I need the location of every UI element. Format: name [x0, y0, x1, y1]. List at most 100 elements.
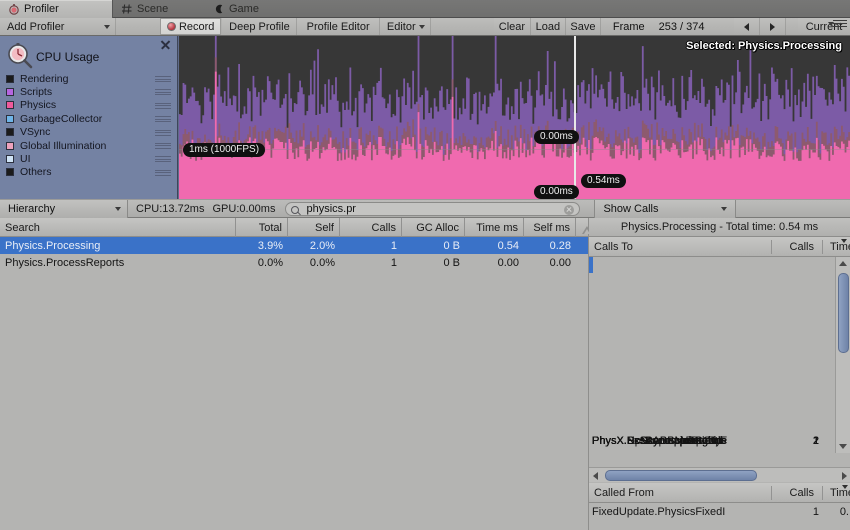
- legend-item-vsync[interactable]: VSync: [0, 126, 178, 139]
- close-icon[interactable]: [160, 39, 171, 50]
- legend-label-others: Others: [20, 166, 52, 179]
- frame-value: 253 / 374: [644, 18, 719, 35]
- calls-to-list[interactable]: PhysX.PxsAABBManager.b 2 PhysX.PxsDynamics…: [589, 257, 850, 453]
- sort-indicator-icon[interactable]: [842, 485, 848, 489]
- table-row[interactable]: Physics.ProcessReports 0.0% 0.0% 1 0 B 0…: [0, 254, 588, 271]
- row-name: Physics.ProcessReports: [5, 256, 125, 269]
- tab-game[interactable]: Game: [205, 0, 291, 18]
- call-count: 1: [812, 435, 819, 447]
- clear-icon[interactable]: [564, 204, 575, 215]
- profiler-toolbar: Add Profiler Record Deep Profile Profile…: [0, 18, 850, 36]
- column-header-calls[interactable]: Calls: [340, 218, 402, 237]
- legend-label-scripts: Scripts: [20, 86, 53, 99]
- drag-handle-icon[interactable]: [155, 76, 171, 82]
- legend-item-rendering[interactable]: Rendering: [0, 72, 178, 85]
- column-header-search[interactable]: Search: [0, 218, 236, 237]
- module-title: CPU Usage: [36, 50, 100, 64]
- tab-scene[interactable]: Scene: [113, 0, 205, 18]
- calls-to-horizontal-scrollbar[interactable]: [589, 467, 850, 482]
- scroll-right-icon[interactable]: [842, 472, 847, 480]
- scrollbar-thumb[interactable]: [838, 273, 849, 353]
- record-button[interactable]: Record: [160, 18, 223, 35]
- row-self: 0.0%: [309, 256, 335, 269]
- scroll-down-icon[interactable]: [839, 444, 847, 449]
- column-header-self-ms[interactable]: Self ms: [524, 218, 576, 237]
- graph-selection-title: Selected: Physics.Processing: [686, 40, 842, 52]
- show-calls-label: Show Calls: [603, 202, 659, 215]
- column-header-total[interactable]: Total: [236, 218, 288, 237]
- list-item[interactable]: FixedUpdate.PhysicsFixedI 1 0.: [589, 504, 850, 520]
- legend-item-scripts[interactable]: Scripts: [0, 85, 178, 98]
- clear-button[interactable]: Clear: [493, 18, 531, 35]
- legend-item-garbagecollector[interactable]: GarbageCollector: [0, 112, 178, 125]
- scrollbar-thumb[interactable]: [605, 470, 757, 481]
- drag-handle-icon[interactable]: [155, 129, 171, 136]
- profile-editor-button[interactable]: Profile Editor: [297, 18, 380, 35]
- row-gc-alloc: 0 B: [443, 239, 460, 252]
- sort-triangle-icon[interactable]: [576, 218, 592, 237]
- scroll-up-icon[interactable]: [839, 261, 847, 266]
- table-row[interactable]: Physics.Processing 3.9% 2.0% 1 0 B 0.54 …: [0, 237, 588, 254]
- save-button[interactable]: Save: [565, 18, 601, 35]
- load-label: Load: [535, 20, 561, 33]
- column-header-called-from[interactable]: Called From: [589, 483, 659, 503]
- details-title: Physics.Processing - Total time: 0.54 ms: [589, 218, 850, 237]
- details-panel: Physics.Processing - Total time: 0.54 ms…: [588, 218, 850, 530]
- legend-swatch-scripts: [6, 88, 14, 97]
- call-name: FixedUpdate.PhysicsFixedI: [592, 506, 726, 518]
- cpu-usage-graph[interactable]: 1ms (1000FPS) 0.00ms 0.00ms 0.54ms Selec…: [179, 36, 850, 199]
- hamburger-menu-icon[interactable]: [828, 20, 847, 29]
- arrow-right-icon: [770, 22, 776, 31]
- row-gc-alloc: 0 B: [443, 256, 460, 269]
- editor-dropdown[interactable]: Editor: [379, 18, 431, 35]
- column-header-time-ms[interactable]: Time ms: [465, 218, 524, 237]
- legend-label-physics: Physics: [20, 99, 57, 112]
- search-input[interactable]: [286, 202, 517, 215]
- column-header-calls[interactable]: Calls: [775, 237, 819, 257]
- calls-to-vertical-scrollbar[interactable]: [835, 257, 850, 453]
- column-header-gc-alloc[interactable]: GC Alloc: [402, 218, 465, 237]
- show-calls-dropdown[interactable]: Show Calls: [594, 199, 737, 218]
- drag-handle-icon[interactable]: [155, 156, 171, 163]
- frame-label-text: Frame:: [612, 20, 648, 33]
- graph-gridline-1ms: [179, 149, 850, 150]
- scroll-left-icon[interactable]: [593, 472, 598, 480]
- cpu-usage-stopwatch-icon: [6, 41, 34, 69]
- graph-selected-value: 0.54ms: [581, 174, 626, 188]
- call-name: PhysX.ScScene.postBroac: [592, 435, 724, 447]
- add-profiler-dropdown[interactable]: Add Profiler: [0, 18, 117, 35]
- legend-item-ui[interactable]: UI: [0, 152, 178, 165]
- row-calls: 1: [390, 239, 397, 252]
- legend-item-physics[interactable]: Physics: [0, 99, 178, 112]
- sort-indicator-icon[interactable]: [841, 239, 847, 243]
- tab-profiler-label: Profiler: [24, 3, 59, 15]
- called-from-list[interactable]: FixedUpdate.PhysicsFixedI 1 0.: [589, 504, 850, 530]
- next-frame-button[interactable]: [760, 18, 787, 35]
- column-header-calls-to[interactable]: Calls To: [589, 237, 638, 257]
- graph-area-chart: [179, 36, 850, 199]
- row-time-ms: 0.00: [497, 256, 519, 269]
- prev-frame-button[interactable]: [734, 18, 761, 35]
- chevron-down-icon: [115, 206, 121, 211]
- drag-handle-icon[interactable]: [155, 142, 171, 149]
- column-header-self[interactable]: Self: [288, 218, 340, 237]
- frame-selection-line[interactable]: [574, 36, 576, 199]
- drag-handle-icon[interactable]: [155, 169, 171, 176]
- legend-item-others[interactable]: Others: [0, 166, 178, 179]
- drag-handle-icon[interactable]: [155, 102, 171, 109]
- toolbar-gap-4: [786, 18, 799, 35]
- list-item[interactable]: PhysX.ScScene.postBroac 1: [589, 433, 850, 449]
- load-button[interactable]: Load: [530, 18, 566, 35]
- tab-profiler[interactable]: Profiler: [0, 0, 113, 18]
- legend-swatch-vsync: [6, 128, 14, 137]
- drag-handle-icon[interactable]: [155, 116, 171, 123]
- drag-handle-icon[interactable]: [155, 89, 171, 96]
- view-mode-dropdown[interactable]: Hierarchy: [0, 199, 128, 218]
- call-count: 1: [812, 506, 819, 518]
- deep-profile-button[interactable]: Deep Profile: [222, 18, 298, 35]
- legend-label-vsync: VSync: [20, 126, 51, 139]
- legend-item-global-illumination[interactable]: Global Illumination: [0, 139, 178, 152]
- profiler-icon: [8, 3, 20, 15]
- search-field[interactable]: [285, 201, 581, 216]
- column-header-calls[interactable]: Calls: [775, 483, 819, 503]
